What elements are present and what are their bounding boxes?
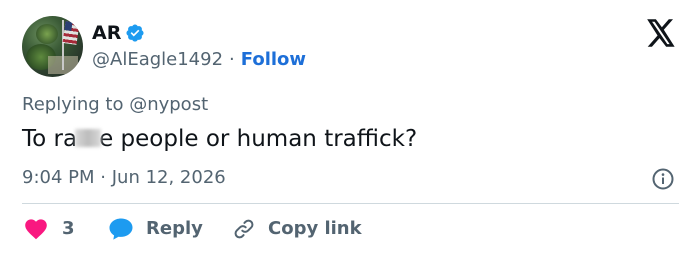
verified-badge-icon	[126, 24, 144, 42]
reply-bubble-icon	[109, 218, 133, 240]
replying-to[interactable]: Replying to @nypost	[22, 93, 208, 117]
author-handle-row: @AlEagle1492 · Follow	[92, 48, 306, 72]
tweet-card: AR @AlEagle1492 · Follow Replying to @nypo…	[0, 0, 700, 256]
divider	[22, 203, 679, 204]
tweet-text-end: e people or human traffick?	[99, 126, 418, 152]
follow-button[interactable]: Follow	[241, 49, 306, 70]
author-name[interactable]: AR	[92, 21, 121, 45]
link-icon	[234, 219, 254, 239]
tweet-time: 9:04 PM	[22, 167, 95, 188]
like-button[interactable]: 3	[24, 216, 75, 242]
like-count: 3	[62, 218, 75, 239]
separator-dot: ·	[100, 167, 106, 188]
censor-blur	[75, 128, 102, 147]
separator-dot: ·	[229, 49, 235, 70]
tweet-date: Jun 12, 2026	[111, 167, 226, 188]
copy-link-label: Copy link	[268, 218, 362, 239]
timestamp[interactable]: 9:04 PM · Jun 12, 2026	[22, 166, 226, 190]
info-icon[interactable]	[651, 167, 675, 191]
reply-label: Reply	[146, 218, 203, 239]
avatar-flag	[62, 21, 80, 45]
tweet-text-start: To ra	[22, 126, 78, 152]
author-handle[interactable]: @AlEagle1492	[92, 49, 223, 70]
avatar[interactable]	[22, 16, 83, 77]
avatar-foliage	[36, 24, 58, 44]
tweet-text: To ra e people or human traffick?	[22, 124, 417, 154]
heart-icon	[25, 219, 47, 240]
reply-button[interactable]: Reply	[108, 216, 203, 242]
x-logo-icon[interactable]	[646, 19, 676, 47]
copy-link-button[interactable]: Copy link	[232, 216, 362, 242]
